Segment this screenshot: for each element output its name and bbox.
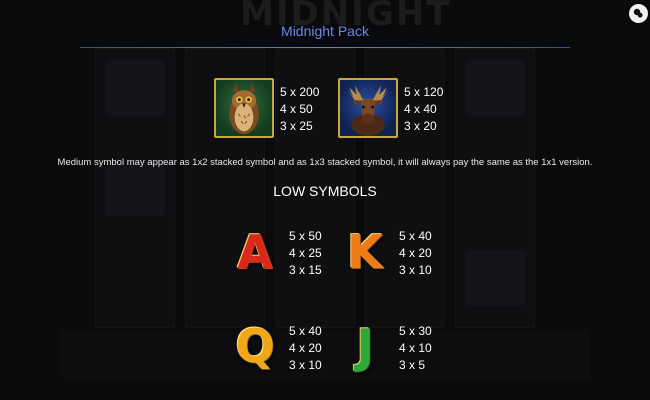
payout-3: 3 x 20 <box>404 119 437 133</box>
moose-symbol <box>338 78 398 138</box>
payout-5: 5 x 50 <box>289 229 322 243</box>
symbol-k: K <box>340 222 390 282</box>
payout-3: 3 x 25 <box>280 119 313 133</box>
symbol-q-letter: Q <box>235 319 275 373</box>
payout-4: 4 x 25 <box>289 246 322 260</box>
payout-5: 5 x 40 <box>399 229 432 243</box>
payout-5: 5 x 200 <box>280 85 320 99</box>
moose-payouts: 5 x 120 4 x 40 3 x 20 <box>404 84 443 135</box>
payout-3: 3 x 15 <box>289 263 322 277</box>
owl-payouts: 5 x 200 4 x 50 3 x 25 <box>280 84 319 135</box>
low-symbols-heading: LOW SYMBOLS <box>273 183 377 199</box>
payout-5: 5 x 40 <box>289 324 322 338</box>
payout-4: 4 x 10 <box>399 341 432 355</box>
symbol-a-letter: A <box>237 225 273 279</box>
page-title: Midnight Pack <box>281 23 369 39</box>
symbol-j-payouts: 5 x 30 4 x 10 3 x 5 <box>399 323 432 374</box>
payout-4: 4 x 50 <box>280 102 313 116</box>
payout-5: 5 x 120 <box>404 85 444 99</box>
payout-3: 3 x 10 <box>399 263 432 277</box>
symbol-q: Q <box>230 316 280 376</box>
symbol-a-payouts: 5 x 50 4 x 25 3 x 15 <box>289 228 322 279</box>
close-button[interactable] <box>629 4 648 23</box>
stacked-symbol-note: Medium symbol may appear as 1x2 stacked … <box>57 157 593 168</box>
owl-symbol <box>214 78 274 138</box>
title-divider <box>80 47 570 48</box>
payout-3: 3 x 10 <box>289 358 322 372</box>
paytable-overlay: Midnight Pack 5 x 200 4 x 50 3 x 25 5 x … <box>0 0 650 400</box>
moose-icon <box>347 85 389 136</box>
symbol-a: A <box>230 222 280 282</box>
symbol-j-letter: J <box>356 319 374 373</box>
payout-5: 5 x 30 <box>399 324 432 338</box>
symbol-k-letter: K <box>347 225 383 279</box>
payout-4: 4 x 20 <box>289 341 322 355</box>
close-icon <box>633 8 643 18</box>
payout-3: 3 x 5 <box>399 358 426 372</box>
symbol-j: J <box>340 316 390 376</box>
payout-4: 4 x 20 <box>399 246 432 260</box>
symbol-k-payouts: 5 x 40 4 x 20 3 x 10 <box>399 228 432 279</box>
owl-icon <box>229 83 259 135</box>
payout-4: 4 x 40 <box>404 102 437 116</box>
symbol-q-payouts: 5 x 40 4 x 20 3 x 10 <box>289 323 322 374</box>
